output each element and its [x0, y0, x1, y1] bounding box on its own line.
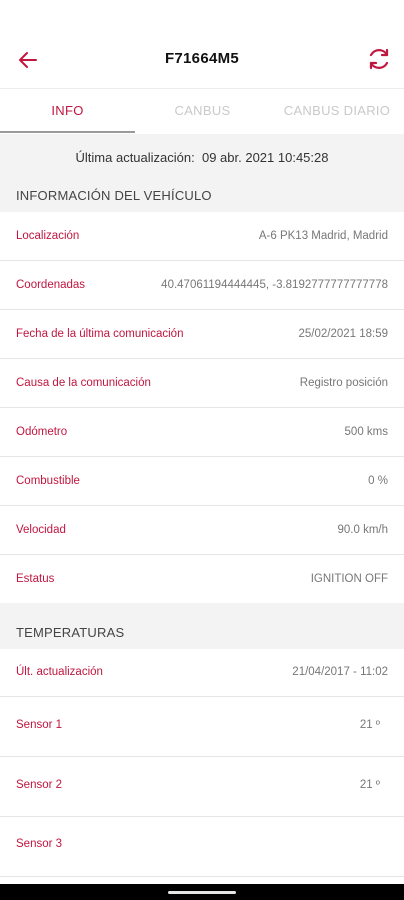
row-value: IGNITION OFF: [310, 573, 388, 585]
last-update-value: 09 abr. 2021 10:45:28: [201, 150, 329, 165]
info-row-last-communication: Fecha de la última comunicación 25/02/20…: [0, 310, 404, 359]
temp-row-sensor-1: Sensor 1 21 º: [0, 697, 404, 757]
info-row-location: Localización A-6 PK13 Madrid, Madrid: [0, 212, 404, 261]
row-value: 21 º: [359, 719, 380, 731]
home-gesture-handle[interactable]: [168, 891, 236, 894]
row-label: Velocidad: [16, 524, 66, 536]
row-label: Localización: [16, 230, 80, 242]
temp-row-sensor-3: Sensor 3: [0, 817, 404, 877]
row-value: 40.47061194444445, -3.8192777777777778: [161, 279, 388, 291]
row-value: 21/04/2017 - 11:02: [292, 666, 388, 678]
row-label: Causa de la comunicación: [16, 377, 151, 389]
row-label: Fecha de la última comunicación: [16, 328, 184, 340]
info-row-fuel: Combustible 0 %: [0, 457, 404, 506]
info-row-communication-cause: Causa de la comunicación Registro posici…: [0, 359, 404, 408]
last-update-bar: Última actualización: 09 abr. 2021 10:45…: [0, 134, 404, 182]
row-label: Estatus: [16, 573, 55, 585]
tab-canbus-diario[interactable]: CANBUS DIARIO: [270, 89, 404, 133]
row-label: Odómetro: [16, 426, 68, 438]
row-label: Sensor 2: [16, 779, 63, 791]
system-nav-bar: [0, 884, 404, 900]
section-header-temperatures: TEMPERATURAS: [0, 603, 404, 649]
info-row-status: Estatus IGNITION OFF: [0, 555, 404, 603]
row-label: Sensor 1: [16, 719, 63, 731]
info-row-odometer: Odómetro 500 kms: [0, 408, 404, 457]
refresh-icon[interactable]: [366, 46, 392, 72]
tab-bar: INFO CANBUS CANBUS DIARIO: [0, 89, 404, 133]
row-label: Combustible: [16, 475, 80, 487]
section-title: INFORMACIÓN DEL VEHÍCULO: [16, 188, 212, 203]
info-row-speed: Velocidad 90.0 km/h: [0, 506, 404, 555]
row-label: Últ. actualización: [16, 666, 103, 678]
info-row-coordinates: Coordenadas 40.47061194444445, -3.819277…: [0, 261, 404, 310]
row-value: 500 kms: [344, 426, 388, 438]
section-header-vehicle: INFORMACIÓN DEL VEHÍCULO: [0, 182, 404, 212]
row-value: 21 º: [359, 779, 380, 791]
tab-info[interactable]: INFO: [0, 89, 135, 133]
last-update-label: Última actualización:: [75, 150, 195, 165]
row-label: Sensor 3: [16, 838, 63, 850]
row-value: 90.0 km/h: [337, 524, 389, 536]
row-value: Registro posición: [299, 377, 388, 389]
row-value: 25/02/2021 18:59: [298, 328, 388, 340]
section-title: TEMPERATURAS: [16, 625, 125, 640]
app-bar: F71664M5: [0, 0, 404, 89]
temp-row-last-update: Últ. actualización 21/04/2017 - 11:02: [0, 649, 404, 697]
row-value: 0 %: [368, 475, 388, 487]
active-tab-indicator: [0, 131, 135, 133]
row-label: Coordenadas: [16, 279, 86, 291]
tab-canbus[interactable]: CANBUS: [135, 89, 270, 133]
page-title: F71664M5: [164, 50, 240, 67]
row-value: A-6 PK13 Madrid, Madrid: [258, 230, 388, 242]
temp-row-sensor-2: Sensor 2 21 º: [0, 757, 404, 817]
